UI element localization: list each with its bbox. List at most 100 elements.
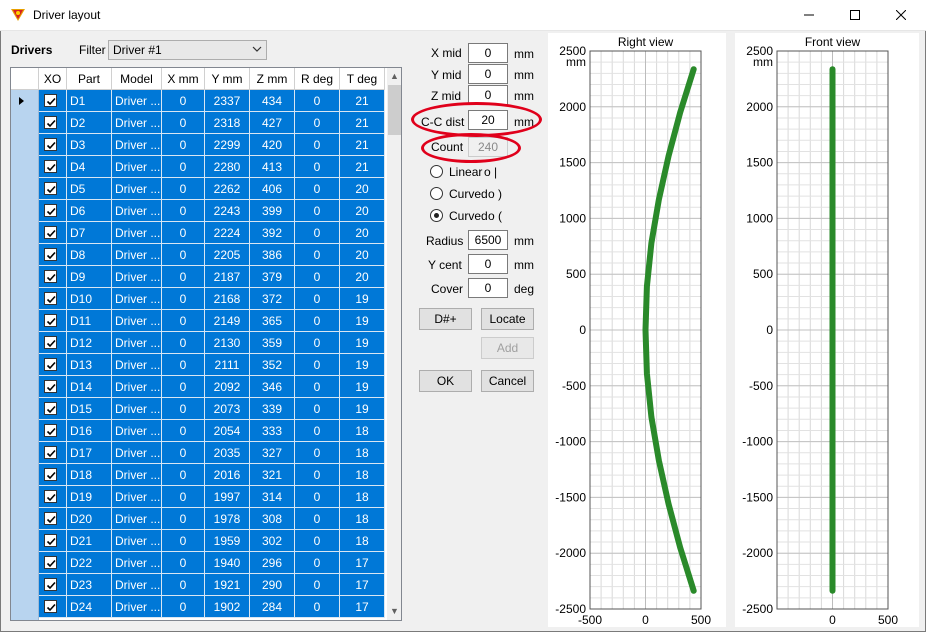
part-cell[interactable]: D4 xyxy=(67,156,112,178)
table-row[interactable]: D10 Driver ... 0 2168 372 0 19 xyxy=(39,288,387,310)
y-cell[interactable]: 2337 xyxy=(205,90,250,112)
y-cell[interactable]: 2168 xyxy=(205,288,250,310)
model-cell[interactable]: Driver ... xyxy=(112,222,162,244)
model-cell[interactable]: Driver ... xyxy=(112,266,162,288)
xo-cell[interactable] xyxy=(39,178,67,200)
x-cell[interactable]: 0 xyxy=(162,200,205,222)
xo-checkbox[interactable] xyxy=(44,468,57,481)
table-row[interactable]: D16 Driver ... 0 2054 333 0 18 xyxy=(39,420,387,442)
scroll-up-icon[interactable]: ▲ xyxy=(387,68,401,85)
table-row[interactable]: D1 Driver ... 0 2337 434 0 21 xyxy=(39,90,387,112)
t-cell[interactable]: 19 xyxy=(340,398,385,420)
xo-cell[interactable] xyxy=(39,596,67,618)
xo-checkbox[interactable] xyxy=(44,600,57,613)
r-cell[interactable]: 0 xyxy=(295,134,340,156)
y-cell[interactable]: 1997 xyxy=(205,486,250,508)
z-cell[interactable]: 352 xyxy=(250,354,295,376)
xo-cell[interactable] xyxy=(39,376,67,398)
part-cell[interactable]: D20 xyxy=(67,508,112,530)
model-cell[interactable]: Driver ... xyxy=(112,310,162,332)
t-cell[interactable]: 18 xyxy=(340,464,385,486)
table-row[interactable]: D9 Driver ... 0 2187 379 0 20 xyxy=(39,266,387,288)
y-cell[interactable]: 2187 xyxy=(205,266,250,288)
part-cell[interactable]: D5 xyxy=(67,178,112,200)
z-cell[interactable]: 434 xyxy=(250,90,295,112)
y-cell[interactable]: 2130 xyxy=(205,332,250,354)
xo-cell[interactable] xyxy=(39,552,67,574)
part-cell[interactable]: D9 xyxy=(67,266,112,288)
r-cell[interactable]: 0 xyxy=(295,288,340,310)
part-cell[interactable]: D15 xyxy=(67,398,112,420)
part-cell[interactable]: D14 xyxy=(67,376,112,398)
z-cell[interactable]: 333 xyxy=(250,420,295,442)
table-row[interactable]: D11 Driver ... 0 2149 365 0 19 xyxy=(39,310,387,332)
column-header-x[interactable]: X mm xyxy=(162,68,205,90)
xo-checkbox[interactable] xyxy=(44,336,57,349)
table-row[interactable]: D12 Driver ... 0 2130 359 0 19 xyxy=(39,332,387,354)
xo-checkbox[interactable] xyxy=(44,182,57,195)
z-cell[interactable]: 386 xyxy=(250,244,295,266)
model-cell[interactable]: Driver ... xyxy=(112,90,162,112)
table-row[interactable]: D24 Driver ... 0 1902 284 0 17 xyxy=(39,596,387,618)
t-cell[interactable]: 17 xyxy=(340,574,385,596)
xo-checkbox[interactable] xyxy=(44,512,57,525)
x-cell[interactable]: 0 xyxy=(162,244,205,266)
y-mid-input[interactable]: 0 xyxy=(468,64,508,84)
xo-checkbox[interactable] xyxy=(44,534,57,547)
y-cent-input[interactable]: 0 xyxy=(468,254,508,274)
part-cell[interactable]: D18 xyxy=(67,464,112,486)
part-cell[interactable]: D19 xyxy=(67,486,112,508)
model-cell[interactable]: Driver ... xyxy=(112,552,162,574)
table-row[interactable]: D15 Driver ... 0 2073 339 0 19 xyxy=(39,398,387,420)
scroll-down-icon[interactable]: ▼ xyxy=(387,603,401,620)
part-cell[interactable]: D24 xyxy=(67,596,112,618)
r-cell[interactable]: 0 xyxy=(295,244,340,266)
part-cell[interactable]: D22 xyxy=(67,552,112,574)
y-cell[interactable]: 2054 xyxy=(205,420,250,442)
t-cell[interactable]: 21 xyxy=(340,156,385,178)
xo-cell[interactable] xyxy=(39,398,67,420)
z-cell[interactable]: 339 xyxy=(250,398,295,420)
r-cell[interactable]: 0 xyxy=(295,398,340,420)
xo-cell[interactable] xyxy=(39,420,67,442)
model-cell[interactable]: Driver ... xyxy=(112,200,162,222)
t-cell[interactable]: 19 xyxy=(340,310,385,332)
model-cell[interactable]: Driver ... xyxy=(112,464,162,486)
table-row[interactable]: D22 Driver ... 0 1940 296 0 17 xyxy=(39,552,387,574)
column-header-xo[interactable]: XO xyxy=(39,68,67,90)
y-cell[interactable]: 1902 xyxy=(205,596,250,618)
t-cell[interactable]: 21 xyxy=(340,112,385,134)
y-cell[interactable]: 2280 xyxy=(205,156,250,178)
locate-button[interactable]: Locate xyxy=(481,308,534,330)
r-cell[interactable]: 0 xyxy=(295,574,340,596)
table-row[interactable]: D20 Driver ... 0 1978 308 0 18 xyxy=(39,508,387,530)
t-cell[interactable]: 18 xyxy=(340,420,385,442)
table-row[interactable]: D4 Driver ... 0 2280 413 0 21 xyxy=(39,156,387,178)
part-cell[interactable]: D8 xyxy=(67,244,112,266)
xo-cell[interactable] xyxy=(39,134,67,156)
xo-checkbox[interactable] xyxy=(44,424,57,437)
column-header-y[interactable]: Y mm xyxy=(205,68,250,90)
xo-checkbox[interactable] xyxy=(44,138,57,151)
z-cell[interactable]: 379 xyxy=(250,266,295,288)
xo-checkbox[interactable] xyxy=(44,380,57,393)
z-cell[interactable]: 327 xyxy=(250,442,295,464)
x-cell[interactable]: 0 xyxy=(162,398,205,420)
x-cell[interactable]: 0 xyxy=(162,420,205,442)
xo-cell[interactable] xyxy=(39,508,67,530)
xo-cell[interactable] xyxy=(39,464,67,486)
y-cell[interactable]: 2262 xyxy=(205,178,250,200)
xo-checkbox[interactable] xyxy=(44,94,57,107)
table-row[interactable]: D14 Driver ... 0 2092 346 0 19 xyxy=(39,376,387,398)
z-cell[interactable]: 346 xyxy=(250,376,295,398)
xo-checkbox[interactable] xyxy=(44,556,57,569)
t-cell[interactable]: 20 xyxy=(340,200,385,222)
x-cell[interactable]: 0 xyxy=(162,288,205,310)
cancel-button[interactable]: Cancel xyxy=(481,370,534,392)
xo-checkbox[interactable] xyxy=(44,578,57,591)
model-cell[interactable]: Driver ... xyxy=(112,354,162,376)
y-cell[interactable]: 2205 xyxy=(205,244,250,266)
x-cell[interactable]: 0 xyxy=(162,266,205,288)
model-cell[interactable]: Driver ... xyxy=(112,376,162,398)
t-cell[interactable]: 18 xyxy=(340,486,385,508)
